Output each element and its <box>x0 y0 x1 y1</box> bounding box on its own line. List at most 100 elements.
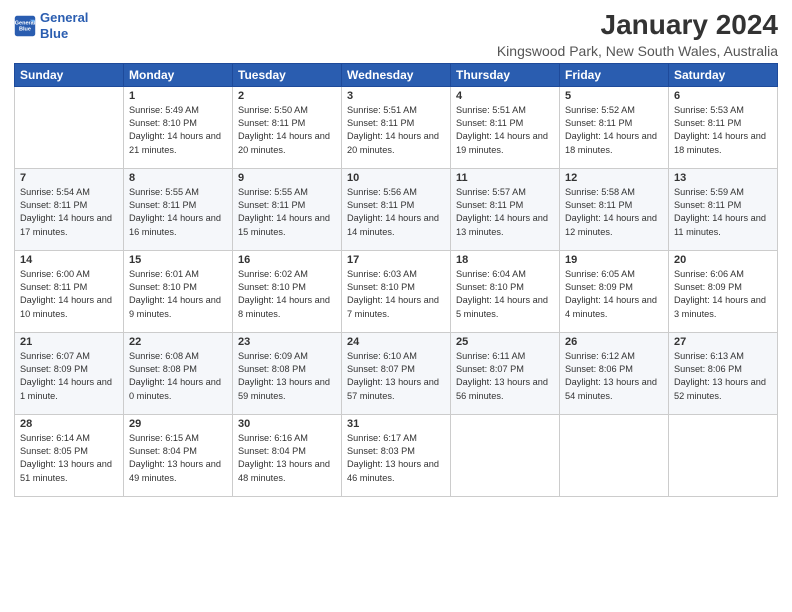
day-info: Sunrise: 6:09 AM Sunset: 8:08 PM Dayligh… <box>238 350 336 403</box>
table-row <box>15 86 124 168</box>
table-row: 21 Sunrise: 6:07 AM Sunset: 8:09 PM Dayli… <box>15 332 124 414</box>
table-row: 19 Sunrise: 6:05 AM Sunset: 8:09 PM Dayli… <box>560 250 669 332</box>
table-row <box>451 414 560 496</box>
table-row: 13 Sunrise: 5:59 AM Sunset: 8:11 PM Dayli… <box>669 168 778 250</box>
day-number: 8 <box>129 172 227 184</box>
table-row: 7 Sunrise: 5:54 AM Sunset: 8:11 PM Daylig… <box>15 168 124 250</box>
day-info: Sunrise: 6:13 AM Sunset: 8:06 PM Dayligh… <box>674 350 772 403</box>
day-number: 3 <box>347 90 445 102</box>
col-wednesday: Wednesday <box>342 63 451 86</box>
day-info: Sunrise: 6:04 AM Sunset: 8:10 PM Dayligh… <box>456 268 554 321</box>
day-info: Sunrise: 5:51 AM Sunset: 8:11 PM Dayligh… <box>347 104 445 157</box>
table-row: 16 Sunrise: 6:02 AM Sunset: 8:10 PM Dayli… <box>233 250 342 332</box>
week-row-2: 14Sunrise: 6:00 AM Sunset: 8:11 PM Dayli… <box>15 250 778 332</box>
table-row: 3 Sunrise: 5:51 AM Sunset: 8:11 PM Daylig… <box>342 86 451 168</box>
day-number: 21 <box>20 336 118 348</box>
day-info: Sunrise: 6:15 AM Sunset: 8:04 PM Dayligh… <box>129 432 227 485</box>
day-number: 1 <box>129 90 227 102</box>
day-info: Sunrise: 5:53 AM Sunset: 8:11 PM Dayligh… <box>674 104 772 157</box>
day-info: Sunrise: 5:49 AM Sunset: 8:10 PM Dayligh… <box>129 104 227 157</box>
day-number: 17 <box>347 254 445 266</box>
col-monday: Monday <box>124 63 233 86</box>
day-info: Sunrise: 5:51 AM Sunset: 8:11 PM Dayligh… <box>456 104 554 157</box>
day-number: 15 <box>129 254 227 266</box>
col-friday: Friday <box>560 63 669 86</box>
table-row: 26 Sunrise: 6:12 AM Sunset: 8:06 PM Dayli… <box>560 332 669 414</box>
week-row-4: 28 Sunrise: 6:14 AM Sunset: 8:05 PM Dayli… <box>15 414 778 496</box>
day-number: 7 <box>20 172 118 184</box>
day-number: 22 <box>129 336 227 348</box>
title-block: January 2024 Kingswood Park, New South W… <box>497 10 778 59</box>
day-info: Sunrise: 5:57 AM Sunset: 8:11 PM Dayligh… <box>456 186 554 239</box>
calendar-table: Sunday Monday Tuesday Wednesday Thursday… <box>14 63 778 497</box>
day-number: 28 <box>20 418 118 430</box>
day-number: 10 <box>347 172 445 184</box>
page: General Blue General Blue January 2024 K… <box>0 0 792 612</box>
day-info: Sunrise: 5:56 AM Sunset: 8:11 PM Dayligh… <box>347 186 445 239</box>
logo-icon: General Blue <box>14 15 36 37</box>
day-info: Sunrise: 6:06 AM Sunset: 8:09 PM Dayligh… <box>674 268 772 321</box>
table-row: 2 Sunrise: 5:50 AM Sunset: 8:11 PM Daylig… <box>233 86 342 168</box>
week-row-3: 21 Sunrise: 6:07 AM Sunset: 8:09 PM Dayli… <box>15 332 778 414</box>
table-row: 10 Sunrise: 5:56 AM Sunset: 8:11 PM Dayli… <box>342 168 451 250</box>
table-row: 12Sunrise: 5:58 AM Sunset: 8:11 PM Dayli… <box>560 168 669 250</box>
day-info: Sunrise: 6:11 AM Sunset: 8:07 PM Dayligh… <box>456 350 554 403</box>
table-row <box>669 414 778 496</box>
day-number: 9 <box>238 172 336 184</box>
table-row: 22 Sunrise: 6:08 AM Sunset: 8:08 PM Dayli… <box>124 332 233 414</box>
day-number: 26 <box>565 336 663 348</box>
day-info: Sunrise: 5:59 AM Sunset: 8:11 PM Dayligh… <box>674 186 772 239</box>
day-info: Sunrise: 6:17 AM Sunset: 8:03 PM Dayligh… <box>347 432 445 485</box>
table-row: 20 Sunrise: 6:06 AM Sunset: 8:09 PM Dayli… <box>669 250 778 332</box>
day-number: 6 <box>674 90 772 102</box>
table-row: 1 Sunrise: 5:49 AM Sunset: 8:10 PM Daylig… <box>124 86 233 168</box>
day-info: Sunrise: 6:03 AM Sunset: 8:10 PM Dayligh… <box>347 268 445 321</box>
day-info: Sunrise: 6:08 AM Sunset: 8:08 PM Dayligh… <box>129 350 227 403</box>
day-info: Sunrise: 6:02 AM Sunset: 8:10 PM Dayligh… <box>238 268 336 321</box>
table-row: 28 Sunrise: 6:14 AM Sunset: 8:05 PM Dayli… <box>15 414 124 496</box>
day-number: 14 <box>20 254 118 266</box>
day-number: 5 <box>565 90 663 102</box>
day-info: Sunrise: 6:07 AM Sunset: 8:09 PM Dayligh… <box>20 350 118 403</box>
header-row: Sunday Monday Tuesday Wednesday Thursday… <box>15 63 778 86</box>
day-info: Sunrise: 5:55 AM Sunset: 8:11 PM Dayligh… <box>238 186 336 239</box>
day-info: Sunrise: 6:12 AM Sunset: 8:06 PM Dayligh… <box>565 350 663 403</box>
day-info: Sunrise: 6:01 AM Sunset: 8:10 PM Dayligh… <box>129 268 227 321</box>
table-row: 15 Sunrise: 6:01 AM Sunset: 8:10 PM Dayli… <box>124 250 233 332</box>
col-thursday: Thursday <box>451 63 560 86</box>
day-number: 27 <box>674 336 772 348</box>
day-info: Sunrise: 6:16 AM Sunset: 8:04 PM Dayligh… <box>238 432 336 485</box>
table-row: 14Sunrise: 6:00 AM Sunset: 8:11 PM Dayli… <box>15 250 124 332</box>
day-number: 20 <box>674 254 772 266</box>
col-tuesday: Tuesday <box>233 63 342 86</box>
table-row: 31 Sunrise: 6:17 AM Sunset: 8:03 PM Dayli… <box>342 414 451 496</box>
day-info: Sunrise: 6:14 AM Sunset: 8:05 PM Dayligh… <box>20 432 118 485</box>
table-row: 5 Sunrise: 5:52 AM Sunset: 8:11 PM Daylig… <box>560 86 669 168</box>
day-info: Sunrise: 5:52 AM Sunset: 8:11 PM Dayligh… <box>565 104 663 157</box>
logo: General Blue General Blue <box>14 10 88 41</box>
table-row <box>560 414 669 496</box>
day-number: 25 <box>456 336 554 348</box>
table-row: 30Sunrise: 6:16 AM Sunset: 8:04 PM Dayli… <box>233 414 342 496</box>
table-row: 6 Sunrise: 5:53 AM Sunset: 8:11 PM Daylig… <box>669 86 778 168</box>
day-number: 16 <box>238 254 336 266</box>
main-title: January 2024 <box>497 10 778 41</box>
subtitle: Kingswood Park, New South Wales, Austral… <box>497 43 778 59</box>
day-info: Sunrise: 6:05 AM Sunset: 8:09 PM Dayligh… <box>565 268 663 321</box>
table-row: 9 Sunrise: 5:55 AM Sunset: 8:11 PM Daylig… <box>233 168 342 250</box>
day-number: 11 <box>456 172 554 184</box>
day-number: 19 <box>565 254 663 266</box>
day-number: 31 <box>347 418 445 430</box>
day-number: 2 <box>238 90 336 102</box>
header: General Blue General Blue January 2024 K… <box>14 10 778 59</box>
table-row: 29 Sunrise: 6:15 AM Sunset: 8:04 PM Dayli… <box>124 414 233 496</box>
day-number: 18 <box>456 254 554 266</box>
day-number: 13 <box>674 172 772 184</box>
day-info: Sunrise: 5:50 AM Sunset: 8:11 PM Dayligh… <box>238 104 336 157</box>
day-number: 29 <box>129 418 227 430</box>
table-row: 11 Sunrise: 5:57 AM Sunset: 8:11 PM Dayli… <box>451 168 560 250</box>
week-row-1: 7 Sunrise: 5:54 AM Sunset: 8:11 PM Daylig… <box>15 168 778 250</box>
day-number: 12 <box>565 172 663 184</box>
table-row: 18 Sunrise: 6:04 AM Sunset: 8:10 PM Dayli… <box>451 250 560 332</box>
day-info: Sunrise: 5:54 AM Sunset: 8:11 PM Dayligh… <box>20 186 118 239</box>
